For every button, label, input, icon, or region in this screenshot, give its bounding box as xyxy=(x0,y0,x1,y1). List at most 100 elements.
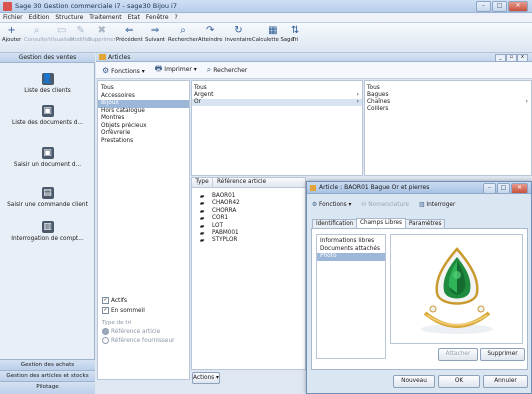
article-icon: ▰ xyxy=(199,200,205,208)
type-item[interactable]: Colliers xyxy=(365,106,531,113)
toolbar-delete-button[interactable]: ✖ Supprimer xyxy=(88,25,116,43)
toolbar-add-button[interactable]: + Ajouter xyxy=(2,25,21,43)
new-button[interactable]: Nouveau xyxy=(393,375,435,388)
document-list-icon: ▣ xyxy=(41,105,54,117)
toolbar-consult-button[interactable]: ⌕ Consulter xyxy=(24,25,49,43)
dialog-titlebar: Article : BAOR01 Bague Or et pierres – □… xyxy=(307,182,531,194)
subcategory-item[interactable]: Argent › xyxy=(192,92,362,99)
sidebar-section-stocks[interactable]: Gestion des articles et stocks xyxy=(0,370,95,381)
sleeping-filter[interactable]: ✓ En sommeil xyxy=(102,307,187,314)
maximize-button[interactable]: □ xyxy=(492,1,507,12)
menu-etat[interactable]: Etat xyxy=(128,13,140,22)
category-item[interactable]: Objets précieux xyxy=(98,123,189,131)
dialog-maximize-button[interactable]: □ xyxy=(497,183,510,194)
minimize-button[interactable]: – xyxy=(476,1,491,12)
toolbar-sort-button[interactable]: ⇅ Tri xyxy=(291,25,299,43)
sidebar-item-account-inquiry[interactable]: ▥ Interrogation de compt... xyxy=(0,221,95,242)
attach-button[interactable]: Attacher xyxy=(438,348,478,361)
list-item[interactable]: Informations libres xyxy=(317,238,385,246)
menu-fenetre[interactable]: Fenêtre xyxy=(146,13,169,22)
column-reference[interactable]: Référence article xyxy=(213,178,266,187)
toolbar-inventory-button[interactable]: ↻ Inventaire xyxy=(225,25,252,43)
category-item[interactable]: Accessoires xyxy=(98,93,189,101)
chevron-right-icon: › xyxy=(356,92,359,98)
dialog-toolbar: ⚙ Fonctions ▾ ⛁ Nomenclature ▥ Interroge… xyxy=(312,199,527,211)
sidebar-item-new-document[interactable]: ▣ Saisir un document d... xyxy=(0,147,95,168)
photo-preview xyxy=(390,234,523,344)
dialog-functions-menu[interactable]: ⚙ Fonctions ▾ xyxy=(312,202,351,208)
toolbar-calculator-button[interactable]: ▦ Calculette Sage xyxy=(252,25,294,43)
app-icon xyxy=(3,2,12,11)
toolbar-next-button[interactable]: ⇒ Suivant xyxy=(145,25,165,43)
functions-menu[interactable]: ⚙ Fonctions ▾ xyxy=(102,66,145,75)
active-filter[interactable]: ✓ Actifs xyxy=(102,297,187,304)
articles-title: Articles xyxy=(108,54,131,61)
view-icon: ▭ xyxy=(57,25,67,36)
inquiry-icon: ▥ xyxy=(419,202,425,208)
type-item[interactable]: Bagues xyxy=(365,92,531,99)
arrow-left-icon: ⇐ xyxy=(125,25,134,36)
subcategory-item-selected[interactable]: Or › xyxy=(192,99,362,106)
cancel-button[interactable]: Annuler xyxy=(483,375,528,388)
subcategory-item[interactable]: Tous xyxy=(192,85,362,92)
inquiry-icon: ▥ xyxy=(41,221,54,233)
articles-minimize-button[interactable]: _ xyxy=(495,54,506,62)
table-row[interactable]: ▰ CHAOR42 xyxy=(192,200,305,207)
close-button[interactable]: ✕ xyxy=(508,1,528,12)
menu-traitement[interactable]: Traitement xyxy=(89,13,121,22)
plus-icon: + xyxy=(7,25,16,36)
filter-panel: ✓ Actifs ✓ En sommeil Type de tri Référenc… xyxy=(102,297,187,344)
dialog-close-button[interactable]: ✕ xyxy=(511,183,528,194)
pencil-icon: ✎ xyxy=(76,25,85,36)
category-item[interactable]: Orfèvrerie xyxy=(98,130,189,138)
gear-icon: ⚙ xyxy=(312,202,318,208)
sort-by-supplier-radio[interactable]: Référence fournisseur xyxy=(102,337,187,344)
type-item[interactable]: Tous xyxy=(365,85,531,92)
table-row[interactable]: ▰ LOT xyxy=(192,223,305,230)
menu-edition[interactable]: Edition xyxy=(29,13,50,22)
list-item[interactable]: Documents attachés xyxy=(317,246,385,254)
subcategory-list: Tous Argent › Or › xyxy=(191,80,363,176)
table-row[interactable]: ▰ STYPLOR xyxy=(192,237,305,244)
list-item-selected[interactable]: Photo xyxy=(317,253,385,261)
menu-structure[interactable]: Structure xyxy=(55,13,83,22)
sidebar-item-clients[interactable]: 👤 Liste des clients xyxy=(0,73,95,94)
sidebar-section-pilotage[interactable]: Pilotage xyxy=(0,381,95,394)
menu-fichier[interactable]: Fichier xyxy=(3,13,23,22)
sidebar-section-purchases[interactable]: Gestion des achats xyxy=(0,359,95,370)
sidebar: Gestion des ventes 👤 Liste des clients ▣… xyxy=(0,53,95,394)
sidebar-header[interactable]: Gestion des ventes xyxy=(0,53,95,63)
articles-toolbar: ⚙ Fonctions ▾ 🖶 Imprimer ▾ ⌕ Rechercher xyxy=(96,62,532,79)
sort-by-reference-radio[interactable]: Référence article xyxy=(102,328,187,335)
print-menu[interactable]: 🖶 Imprimer ▾ xyxy=(155,63,197,77)
toolbar-search-button[interactable]: ⌕ Rechercher xyxy=(168,25,198,43)
dialog-interrogate-button[interactable]: ▥ Interroger xyxy=(419,202,455,208)
column-type[interactable]: Type xyxy=(192,178,213,187)
menu-help[interactable]: ? xyxy=(175,13,178,22)
actions-button[interactable]: Actions ▾ xyxy=(192,372,220,384)
articles-close-button[interactable]: x xyxy=(517,54,528,62)
new-document-icon: ▣ xyxy=(41,147,54,159)
search-icon: ⌕ xyxy=(180,25,186,36)
table-row[interactable]: ▰ CHORRA xyxy=(192,208,305,215)
toolbar-previous-button[interactable]: ⇐ Précédent xyxy=(116,25,143,43)
ok-button[interactable]: OK xyxy=(438,375,480,388)
category-item[interactable]: Tous xyxy=(98,85,189,93)
sidebar-item-documents[interactable]: ▣ Liste des documents d... xyxy=(0,105,95,126)
toolbar-goto-button[interactable]: ↷ Atteindre xyxy=(198,25,222,43)
dialog-minimize-button[interactable]: – xyxy=(483,183,496,194)
articles-restore-button[interactable]: ▫ xyxy=(506,54,517,62)
table-row[interactable]: ▰ BAOR01 xyxy=(192,193,305,200)
category-item[interactable]: Hors catalogue xyxy=(98,108,189,116)
type-item[interactable]: Chaînes › xyxy=(365,99,531,106)
table-row[interactable]: ▰ COR1 xyxy=(192,215,305,222)
category-item[interactable]: Montres xyxy=(98,115,189,123)
search-button[interactable]: ⌕ Rechercher xyxy=(207,65,247,75)
category-item[interactable]: Prestations xyxy=(98,138,189,146)
delete-photo-button[interactable]: Supprimer xyxy=(480,348,525,361)
article-icon: ▰ xyxy=(199,215,205,223)
sidebar-item-order[interactable]: ▤ Saisir une commande client xyxy=(0,187,95,208)
dialog-nomenclature-button[interactable]: ⛁ Nomenclature xyxy=(361,202,409,208)
table-row[interactable]: ▰ PABM001 xyxy=(192,230,305,237)
category-item-selected[interactable]: Bijoux xyxy=(98,100,189,108)
